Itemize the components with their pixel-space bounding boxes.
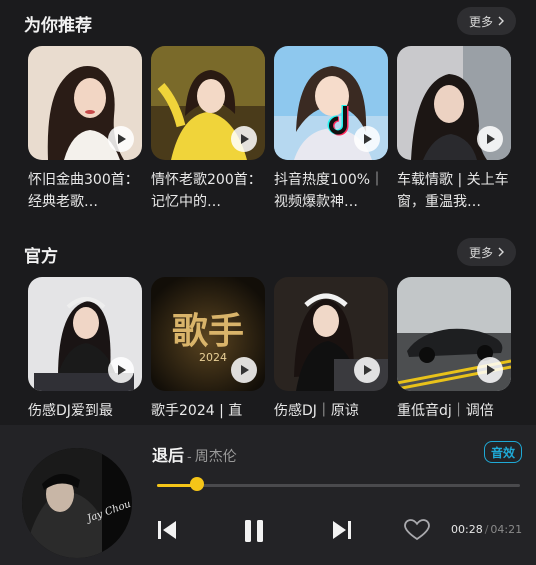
singer-cover-title: 歌手 [172,310,244,352]
play-button[interactable] [477,126,503,152]
song-title: 退后 [152,446,185,465]
more-label: 更多 [468,14,493,29]
play-button[interactable] [108,357,134,383]
singer-cover-year: 2024 [199,351,227,364]
next-button[interactable] [330,518,354,542]
play-icon [118,134,126,144]
progress-thumb[interactable] [189,477,204,491]
chevron-right-icon [498,16,504,26]
playlist-card[interactable]: 抖音热度100%｜视频爆款神… [274,46,388,213]
playlist-title[interactable]: 伤感DJ爱到最 [28,400,142,422]
heart-icon [404,519,430,541]
play-button[interactable] [231,126,257,152]
playlist-cover[interactable] [397,46,511,160]
playlist-card[interactable]: 重低音dj｜调倍 [397,277,511,422]
playlist-title[interactable]: 重低音dj｜调倍 [397,400,511,422]
playlist-cover[interactable] [274,46,388,160]
recommend-section-title: 为你推荐 [24,16,92,36]
disc-overlay: Jay Chou [84,499,132,526]
playlist-title[interactable]: 车载情歌 | 关上车窗，重温我… [397,169,511,213]
play-icon [487,134,495,144]
playlist-title[interactable]: 怀旧金曲300首：经典老歌… [28,169,142,213]
playlist-title[interactable]: 抖音热度100%｜视频爆款神… [274,169,388,213]
now-playing-bar[interactable]: Jay Chou 退后 - 周杰伦 音效 00:28/04:21 [0,425,536,565]
playlist-cover[interactable] [397,277,511,391]
play-button[interactable] [354,126,380,152]
playlist-cover[interactable] [274,277,388,391]
play-icon [118,365,126,375]
disc-signature: Jay Chou [84,499,132,526]
playlist-card[interactable]: 伤感DJ爱到最 [28,277,142,422]
playlist-title[interactable]: 歌手2024 | 直 [151,400,265,422]
play-icon [241,134,249,144]
title-separator: - [187,450,192,465]
more-label: 更多 [468,245,493,260]
playlist-card[interactable]: 车载情歌 | 关上车窗，重温我… [397,46,511,213]
playlist-title[interactable]: 情怀老歌200首：记忆中的… [151,169,265,213]
play-icon [241,365,249,375]
playlist-card[interactable]: 伤感DJ｜原谅 [274,277,388,422]
playlist-cover[interactable]: 歌手 2024 [151,277,265,391]
playlist-title[interactable]: 伤感DJ｜原谅 [274,400,388,422]
play-icon [487,365,495,375]
previous-icon [158,521,176,539]
recommend-more-button[interactable]: 更多 [456,7,516,35]
playlist-cover[interactable] [28,277,142,391]
play-icon [364,134,372,144]
play-button[interactable] [108,126,134,152]
play-icon [364,365,372,375]
playlist-card[interactable]: 情怀老歌200首：记忆中的… [151,46,265,213]
official-more-button[interactable]: 更多 [456,238,516,266]
time-separator: / [484,523,489,536]
playlist-cover[interactable] [28,46,142,160]
now-playing-info[interactable]: 退后 - 周杰伦 [152,442,237,466]
like-button[interactable] [404,518,430,542]
official-section-title: 官方 [24,247,58,267]
pause-icon [245,520,263,542]
playback-time: 00:28/04:21 [451,523,522,536]
previous-button[interactable] [155,518,179,542]
artist-name: 周杰伦 [194,449,237,465]
playlist-card[interactable]: 歌手 2024 歌手2024 | 直 [151,277,265,422]
progress-track[interactable] [157,484,520,487]
chevron-right-icon [498,247,504,257]
sound-effect-button[interactable]: 音效 [484,441,523,463]
play-button[interactable] [231,357,257,383]
pause-button[interactable] [241,518,267,544]
playlist-cover[interactable] [151,46,265,160]
playlist-card[interactable]: 怀旧金曲300首：经典老歌… [28,46,142,213]
current-time: 00:28 [451,523,483,536]
play-button[interactable] [354,357,380,383]
album-disc[interactable]: Jay Chou [22,448,132,558]
next-icon [333,521,351,539]
play-button[interactable] [477,357,503,383]
total-time: 04:21 [490,523,523,536]
